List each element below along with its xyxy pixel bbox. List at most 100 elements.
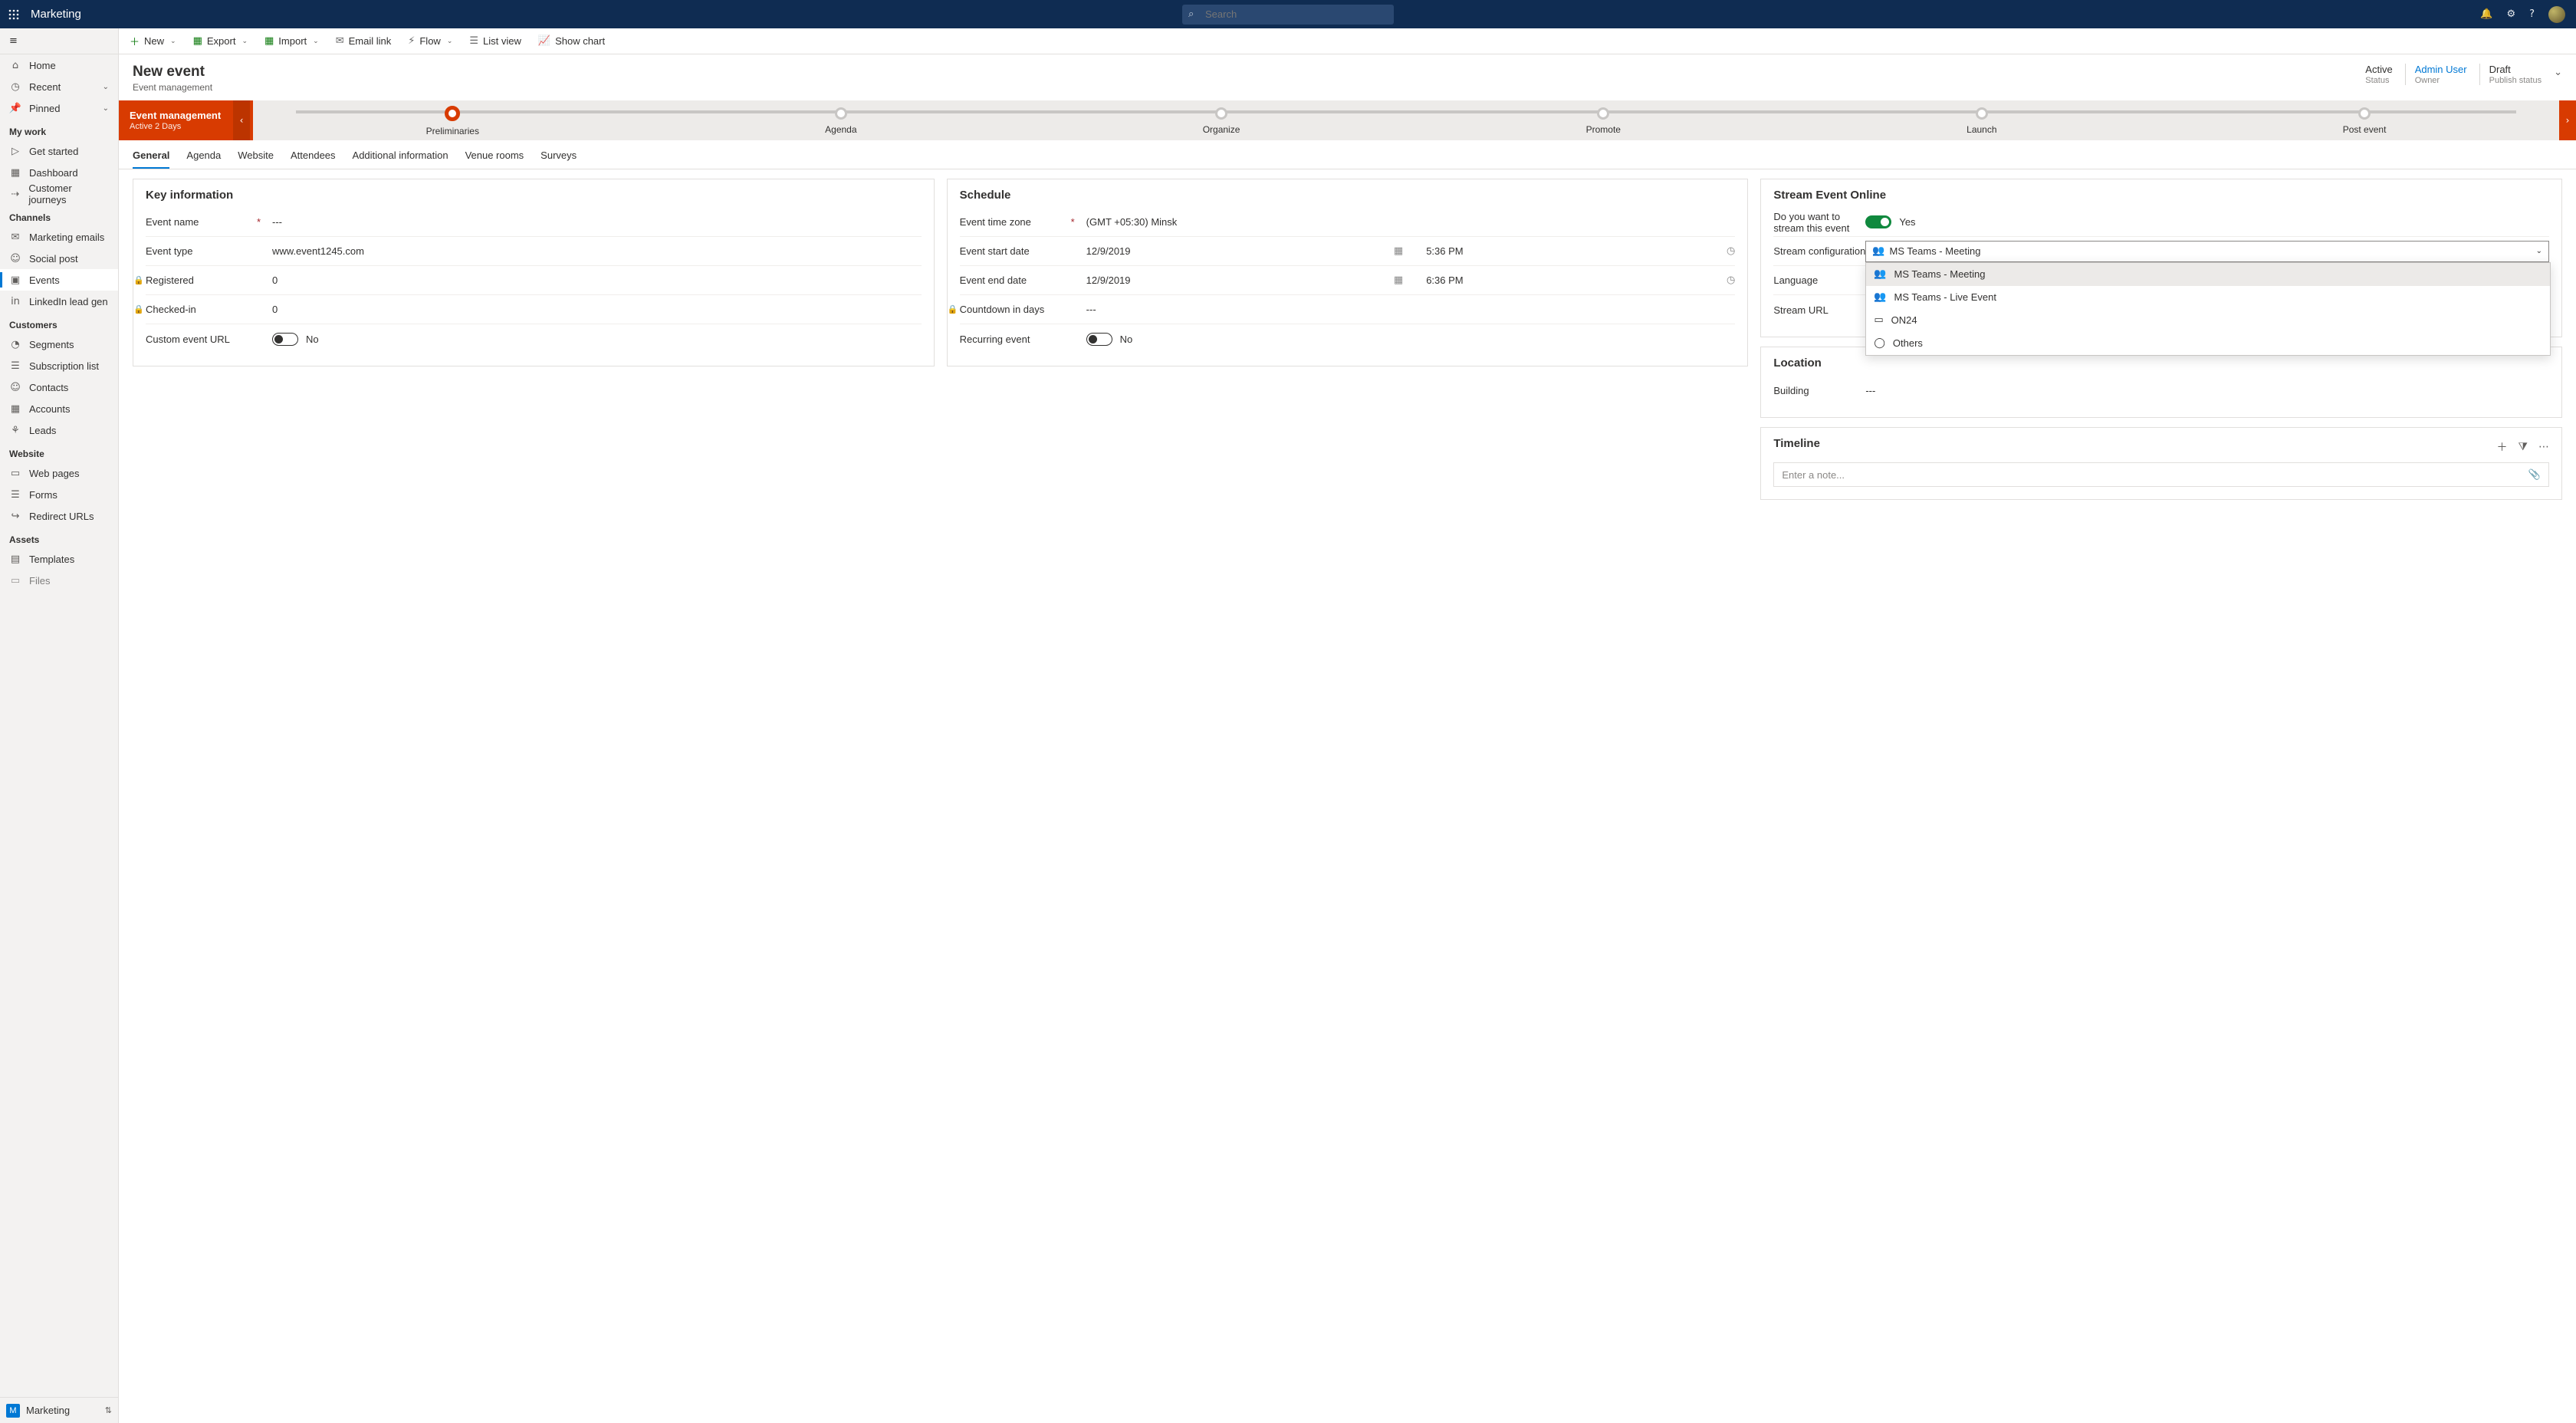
clock-icon[interactable]: ◷ [1727, 274, 1735, 286]
cmd-list-view[interactable]: ☰List view [469, 35, 521, 47]
option-others[interactable]: ◯Others [1866, 332, 2550, 355]
field-value: (GMT +05:30) Minsk [1086, 216, 1736, 228]
stream-config-dropdown[interactable]: 👥 MS Teams - Meeting ⌄ [1865, 241, 2549, 262]
toggle-off[interactable] [1086, 333, 1112, 346]
field-recurring-event[interactable]: Recurring event No [960, 324, 1736, 353]
video-icon: ▭ [1874, 314, 1883, 326]
sidebar-item-dashboard[interactable]: ▦Dashboard [0, 162, 118, 183]
hamburger-icon[interactable]: ≡ [9, 35, 18, 47]
plus-icon: ＋ [130, 34, 140, 48]
sidebar-item-customer-journeys[interactable]: ⇢Customer journeys [0, 183, 118, 205]
option-label: ON24 [1891, 314, 1917, 326]
calendar-icon[interactable]: ▦ [1394, 245, 1403, 257]
sidebar-item-templates[interactable]: ▤Templates [0, 548, 118, 570]
excel-icon: ▦ [193, 35, 202, 47]
expand-header-icon[interactable]: ⌄ [2554, 64, 2562, 78]
stage-prev-button[interactable]: ‹ [233, 100, 250, 140]
sidebar-item-contacts[interactable]: ☺Contacts [0, 376, 118, 398]
sidebar-area-switcher[interactable]: M Marketing ⇅ [0, 1397, 118, 1423]
add-icon[interactable]: ＋ [2497, 439, 2508, 455]
stage-promote[interactable]: Promote [1586, 107, 1621, 136]
header-owner[interactable]: Admin User Owner [2405, 64, 2467, 85]
option-teams-live-event[interactable]: 👥MS Teams - Live Event [1866, 286, 2550, 309]
chart-icon: 📈 [538, 35, 550, 47]
field-building[interactable]: Building --- [1773, 376, 2549, 405]
global-search-input[interactable] [1182, 5, 1394, 25]
sidebar-item-marketing-emails[interactable]: ✉Marketing emails [0, 226, 118, 248]
filter-icon[interactable]: ⧩ [2518, 441, 2528, 453]
header-label: Status [2365, 76, 2392, 85]
tab-additional-info[interactable]: Additional information [353, 146, 449, 169]
calendar-icon[interactable]: ▦ [1394, 274, 1403, 286]
field-event-name[interactable]: Event name* --- [146, 208, 922, 237]
field-stream-configuration[interactable]: Stream configuration 👥 MS Teams - Meetin… [1773, 237, 2549, 266]
cmd-show-chart[interactable]: 📈Show chart [538, 35, 605, 47]
cmd-new[interactable]: ＋New⌄ [130, 34, 176, 48]
sidebar-item-redirect-urls[interactable]: ↪Redirect URLs [0, 505, 118, 527]
stage-agenda[interactable]: Agenda [825, 107, 856, 136]
app-launcher-icon[interactable] [0, 9, 28, 20]
toggle-off[interactable] [272, 333, 298, 346]
field-value: 0 [272, 274, 922, 286]
cmd-import[interactable]: ▦Import⌄ [264, 35, 319, 47]
header-status[interactable]: Active Status [2365, 64, 2392, 85]
sidebar-item-forms[interactable]: ☰Forms [0, 484, 118, 505]
page-title: New event [133, 64, 212, 81]
header-publish-status[interactable]: Draft Publish status [2479, 64, 2542, 85]
tab-surveys[interactable]: Surveys [540, 146, 577, 169]
field-custom-event-url[interactable]: Custom event URL No [146, 324, 922, 353]
header-label: Publish status [2489, 76, 2542, 85]
attachment-icon[interactable]: 📎 [2528, 469, 2541, 481]
sidebar-item-get-started[interactable]: ▷Get started [0, 140, 118, 162]
stage-next-button[interactable]: › [2559, 100, 2576, 140]
field-event-end-date[interactable]: Event end date 12/9/2019▦6:36 PM◷ [960, 266, 1736, 295]
help-icon[interactable]: ? [2529, 8, 2535, 20]
option-on24[interactable]: ▭ ON24 [1866, 309, 2550, 332]
field-value: --- [272, 216, 922, 228]
user-avatar[interactable] [2548, 6, 2565, 23]
sidebar-item-files[interactable]: ▭Files [0, 570, 118, 591]
sidebar-item-social-post[interactable]: ☺Social post [0, 248, 118, 269]
notification-icon[interactable]: 🔔 [2480, 8, 2492, 20]
stage-organize[interactable]: Organize [1203, 107, 1240, 136]
stage-preliminaries[interactable]: Preliminaries [426, 107, 479, 136]
tab-agenda[interactable]: Agenda [186, 146, 221, 169]
sidebar-item-linkedin[interactable]: inLinkedIn lead gen [0, 291, 118, 312]
cmd-flow[interactable]: ⚡Flow⌄ [408, 35, 452, 47]
settings-gear-icon[interactable]: ⚙ [2506, 8, 2515, 20]
sidebar-item-web-pages[interactable]: ▭Web pages [0, 462, 118, 484]
sidebar-item-label: Contacts [29, 382, 68, 393]
field-event-start-date[interactable]: Event start date 12/9/2019▦5:36 PM◷ [960, 237, 1736, 266]
field-stream-toggle[interactable]: Do you want to stream this event Yes [1773, 208, 2549, 237]
stage-launch[interactable]: Launch [1967, 107, 1996, 136]
stage-current[interactable]: Event management Active 2 Days ‹ [119, 100, 253, 140]
field-event-time-zone[interactable]: Event time zone* (GMT +05:30) Minsk [960, 208, 1736, 237]
tab-general[interactable]: General [133, 146, 169, 169]
sidebar-item-segments[interactable]: ◔Segments [0, 334, 118, 355]
cmd-export[interactable]: ▦Export⌄ [193, 35, 248, 47]
sidebar-item-recent[interactable]: ◷Recent⌄ [0, 76, 118, 97]
timeline-note-input[interactable]: Enter a note... 📎 [1773, 462, 2549, 487]
tab-venue-rooms[interactable]: Venue rooms [465, 146, 524, 169]
clock-icon[interactable]: ◷ [1727, 245, 1735, 257]
sidebar-item-subscription-list[interactable]: ☰Subscription list [0, 355, 118, 376]
sidebar-item-pinned[interactable]: 📌Pinned⌄ [0, 97, 118, 119]
tab-attendees[interactable]: Attendees [291, 146, 336, 169]
sidebar-item-events[interactable]: ▣Events [0, 269, 118, 291]
field-event-type[interactable]: Event type www.event1245.com [146, 237, 922, 266]
option-teams-meeting[interactable]: 👥MS Teams - Meeting [1866, 263, 2550, 286]
sidebar-item-leads[interactable]: ⚘Leads [0, 419, 118, 441]
template-icon: ▤ [9, 554, 21, 565]
chevron-down-icon: ⌄ [313, 38, 319, 45]
sidebar-item-home[interactable]: ⌂Home [0, 54, 118, 76]
app-name: Marketing [31, 8, 81, 21]
sidebar-item-label: Web pages [29, 468, 80, 479]
sidebar-section-my-work: My work [0, 119, 118, 140]
toggle-on[interactable] [1865, 215, 1891, 228]
cmd-email-link[interactable]: ✉Email link [336, 35, 392, 47]
field-label: Event start date [960, 245, 1030, 257]
more-icon[interactable]: ⋯ [2538, 441, 2549, 453]
tab-website[interactable]: Website [238, 146, 274, 169]
stage-post-event[interactable]: Post event [2343, 107, 2387, 136]
sidebar-item-accounts[interactable]: ▦Accounts [0, 398, 118, 419]
